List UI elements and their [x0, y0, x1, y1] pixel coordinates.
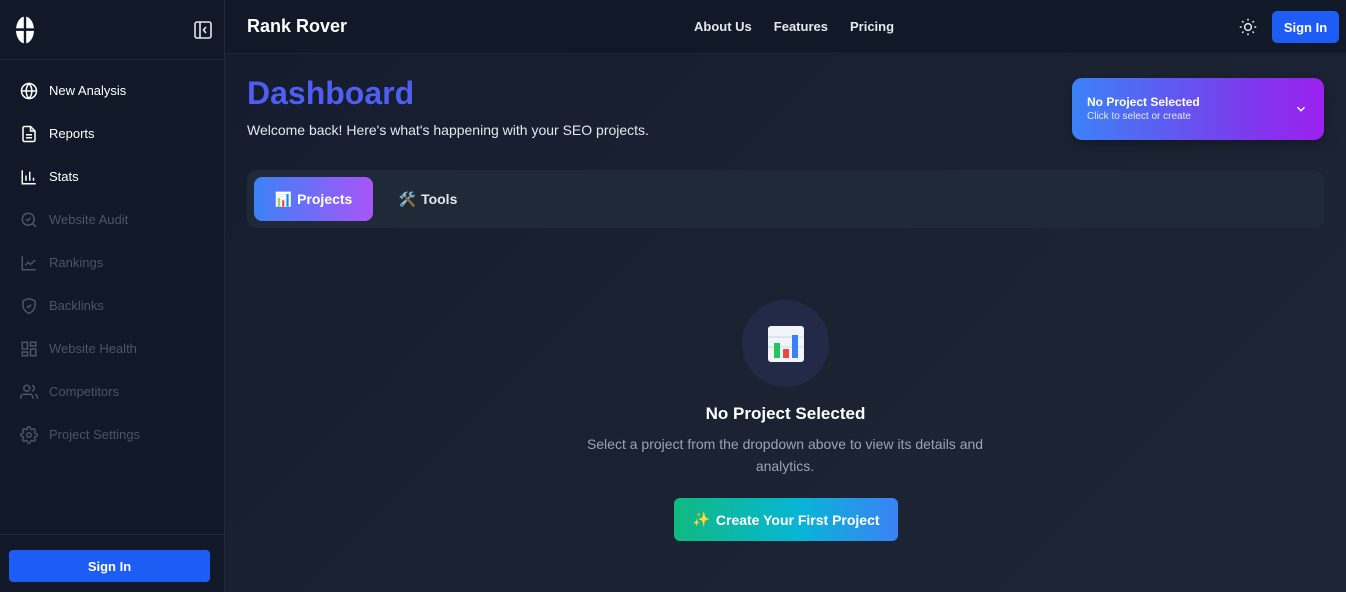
top-navbar: Rank Rover About Us Features Pricing Sig…	[225, 0, 1346, 54]
sparkles-icon: ✨	[692, 511, 710, 527]
brand-name[interactable]: Rank Rover	[247, 16, 347, 37]
bar-chart-icon	[20, 168, 38, 186]
sidebar-item-label: Competitors	[49, 384, 120, 399]
document-icon	[20, 125, 38, 143]
sidebar: New Analysis Reports Stats Website Audit…	[0, 0, 225, 592]
tab-label: Projects	[297, 191, 353, 207]
trend-line-icon	[20, 254, 38, 272]
empty-state-title: No Project Selected	[705, 404, 866, 423]
tools-emoji-icon: 🛠️	[398, 190, 417, 207]
empty-state-icon	[742, 300, 829, 387]
chart-emoji-icon	[767, 325, 804, 362]
sidebar-collapse-icon[interactable]	[193, 20, 213, 40]
sidebar-item-reports[interactable]: Reports	[0, 112, 224, 155]
sidebar-item-label: New Analysis	[49, 83, 127, 98]
header-sign-in-button[interactable]: Sign In	[1272, 11, 1339, 43]
sidebar-item-competitors[interactable]: Competitors	[0, 370, 224, 413]
shield-icon	[20, 297, 38, 315]
sidebar-item-backlinks[interactable]: Backlinks	[0, 284, 224, 327]
search-check-icon	[20, 211, 38, 229]
gear-icon	[20, 425, 38, 444]
tab-label: Tools	[421, 191, 458, 207]
sidebar-item-label: Reports	[49, 126, 95, 141]
create-first-project-button[interactable]: ✨ Create Your First Project	[674, 498, 898, 541]
globe-icon	[20, 81, 38, 100]
project-selector-title: No Project Selected	[1087, 95, 1200, 109]
sidebar-item-label: Rankings	[49, 255, 104, 270]
sun-icon[interactable]	[1239, 18, 1257, 36]
empty-state-description: Select a project from the dropdown above…	[586, 436, 984, 474]
users-icon	[20, 383, 38, 401]
dashboard-tabs: 📊 Projects 🛠️ Tools	[247, 170, 1324, 228]
page-subtitle: Welcome back! Here's what's happening wi…	[247, 122, 649, 138]
sidebar-header	[0, 0, 224, 60]
sidebar-nav: New Analysis Reports Stats Website Audit…	[0, 69, 224, 456]
grid-icon	[20, 340, 38, 358]
tab-projects[interactable]: 📊 Projects	[254, 177, 373, 221]
sidebar-item-label: Backlinks	[49, 298, 104, 313]
sidebar-item-project-settings[interactable]: Project Settings	[0, 413, 224, 456]
nav-link-pricing[interactable]: Pricing	[850, 19, 894, 34]
sidebar-item-label: Stats	[49, 169, 79, 184]
sidebar-footer: Sign In	[0, 534, 224, 592]
sidebar-item-rankings[interactable]: Rankings	[0, 241, 224, 284]
project-selector-subtitle: Click to select or create	[1087, 111, 1191, 122]
nav-link-features[interactable]: Features	[774, 19, 828, 34]
page-title: Dashboard	[247, 75, 415, 111]
sidebar-item-new-analysis[interactable]: New Analysis	[0, 69, 224, 112]
sidebar-item-website-health[interactable]: Website Health	[0, 327, 224, 370]
main-content: Dashboard Welcome back! Here's what's ha…	[225, 55, 1346, 592]
create-first-project-label: Create Your First Project	[715, 511, 880, 528]
tab-tools[interactable]: 🛠️ Tools	[388, 177, 468, 221]
nav-link-about-us[interactable]: About Us	[694, 19, 752, 34]
sidebar-item-label: Website Audit	[49, 212, 129, 227]
app-logo-icon[interactable]	[15, 15, 35, 45]
chevron-down-icon	[1296, 106, 1306, 112]
chart-emoji-icon: 📊	[274, 190, 293, 207]
sidebar-item-website-audit[interactable]: Website Audit	[0, 198, 224, 241]
sidebar-item-stats[interactable]: Stats	[0, 155, 224, 198]
sidebar-item-label: Project Settings	[49, 427, 141, 442]
sidebar-item-label: Website Health	[49, 341, 137, 356]
project-selector-dropdown[interactable]: No Project Selected Click to select or c…	[1072, 78, 1324, 140]
top-nav-links: About Us Features Pricing	[694, 19, 894, 34]
sidebar-sign-in-button[interactable]: Sign In	[9, 550, 210, 582]
